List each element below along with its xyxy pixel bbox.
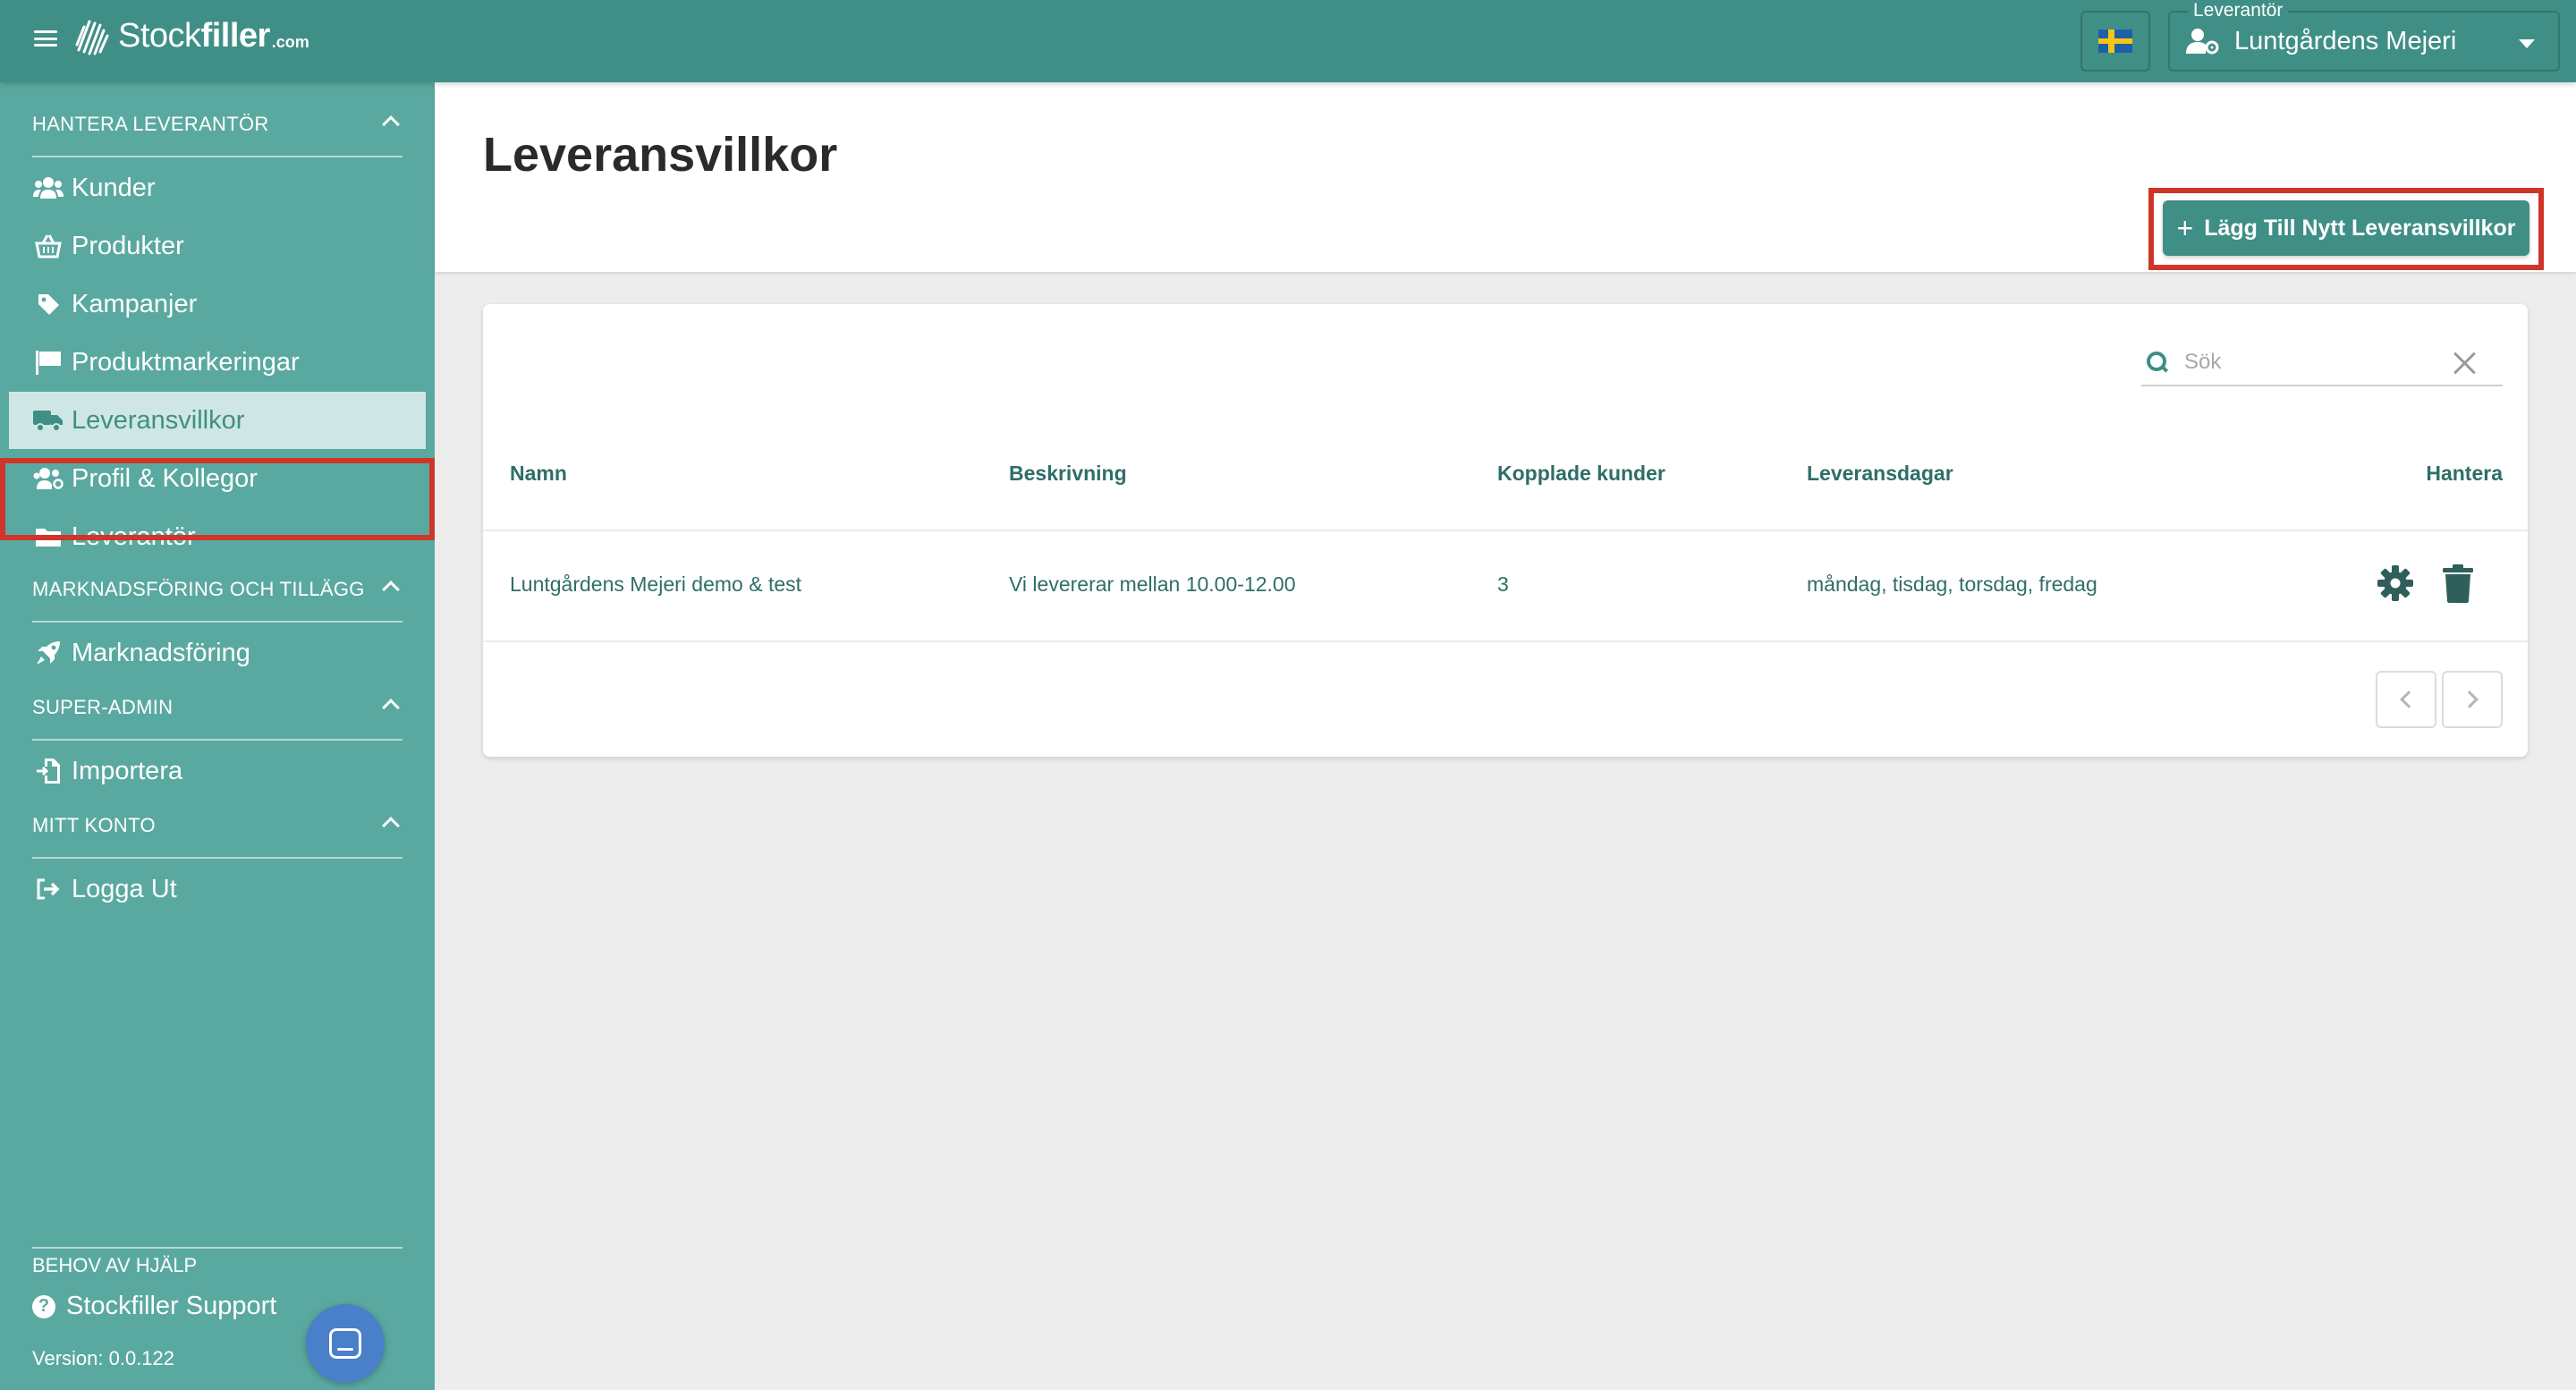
sidebar-item-produktmarkeringar[interactable]: Produktmarkeringar: [9, 334, 426, 391]
menu-icon[interactable]: [34, 27, 57, 50]
top-bar: Stockfiller .com Leverantör Luntgårdens …: [0, 0, 2576, 82]
sidebar-item-label: Produkter: [72, 231, 184, 260]
sidebar-item-label: Kunder: [72, 173, 156, 202]
sidebar-item-label: Marknadsföring: [72, 638, 250, 667]
chevron-down-icon: [2519, 39, 2535, 48]
support-link[interactable]: ? Stockfiller Support: [32, 1292, 276, 1321]
sidebar-item-label: Kampanjer: [72, 289, 198, 318]
search-input[interactable]: [2184, 350, 2435, 375]
import-icon: [32, 758, 64, 784]
divider: [483, 530, 2528, 531]
next-page-button[interactable]: [2442, 671, 2503, 728]
swedish-flag-icon: [2098, 30, 2132, 53]
language-button[interactable]: [2080, 11, 2150, 72]
brand-suffix: .com: [271, 32, 309, 51]
supplier-select-label: Leverantör: [2188, 0, 2289, 21]
truck-icon: [32, 407, 64, 434]
chevron-up-icon: [382, 817, 400, 835]
cell-linked-customers: 3: [1497, 572, 1509, 596]
sidebar-item-kampanjer[interactable]: Kampanjer: [9, 275, 426, 333]
delivery-terms-card: Namn Beskrivning Kopplade kunder Leveran…: [483, 304, 2528, 757]
column-header-leveransdagar[interactable]: Leveransdagar: [1807, 462, 1953, 486]
page-header: Leveransvillkor + Lägg Till Nytt Leveran…: [435, 82, 2576, 272]
chevron-up-icon: [382, 699, 400, 716]
section-header-mitt-konto[interactable]: MITT KONTO: [32, 794, 402, 859]
version-label: Version: 0.0.122: [32, 1347, 175, 1369]
logout-icon: [32, 876, 64, 903]
sidebar-item-label: Produktmarkeringar: [72, 347, 300, 377]
users-icon: [32, 174, 64, 201]
chevron-right-icon: [2461, 691, 2479, 708]
search-icon: [2147, 352, 2168, 373]
column-header-hantera: Hantera: [2426, 462, 2503, 485]
divider: [32, 1247, 402, 1249]
cell-name: Luntgårdens Mejeri demo & test: [510, 572, 802, 596]
stockfiller-logo-icon: [75, 20, 109, 55]
plus-icon: +: [2176, 211, 2194, 244]
sidebar-item-logga-ut[interactable]: Logga Ut: [9, 860, 426, 918]
flag-icon: [32, 349, 64, 376]
section-header-marknadsforing[interactable]: MARKNADSFÖRING OCH TILLÄGG: [32, 558, 402, 623]
tag-icon: [32, 291, 64, 318]
divider: [483, 640, 2528, 642]
add-button-label: Lägg Till Nytt Leveransvillkor: [2204, 215, 2516, 241]
column-header-kopplade-kunder[interactable]: Kopplade kunder: [1497, 462, 1665, 486]
section-header-hantera-leverantor[interactable]: HANTERA LEVERANTÖR: [32, 93, 402, 157]
chat-launcher-button[interactable]: [306, 1304, 385, 1383]
sidebar-item-label: Importera: [72, 756, 183, 785]
chevron-up-icon: [382, 581, 400, 598]
column-header-beskrivning[interactable]: Beskrivning: [1009, 462, 1127, 486]
sidebar-item-produkter[interactable]: Produkter: [9, 217, 426, 275]
help-section-title: BEHOV AV HJÄLP: [32, 1254, 198, 1276]
add-delivery-terms-button[interactable]: + Lägg Till Nytt Leveransvillkor: [2163, 200, 2529, 256]
question-icon: ?: [32, 1294, 55, 1318]
logo[interactable]: Stockfiller .com: [73, 14, 309, 57]
chevron-left-icon: [2400, 691, 2418, 708]
support-label: Stockfiller Support: [66, 1292, 277, 1320]
highlight-box: [0, 458, 435, 540]
sidebar-item-label: Logga Ut: [72, 874, 177, 903]
sidebar-item-marknadsforing[interactable]: Marknadsföring: [9, 624, 426, 682]
cell-delivery-days: måndag, tisdag, torsdag, fredag: [1807, 572, 2097, 596]
previous-page-button[interactable]: [2376, 671, 2436, 728]
sidebar: HANTERA LEVERANTÖR Kunder Produkter Kamp…: [0, 82, 435, 1390]
supplier-select[interactable]: Leverantör Luntgårdens Mejeri: [2168, 0, 2560, 72]
chevron-up-icon: [382, 115, 400, 133]
cell-description: Vi levererar mellan 10.00-12.00: [1009, 572, 1296, 596]
chat-icon: [329, 1328, 361, 1359]
sidebar-item-label: Leveransvillkor: [72, 405, 245, 435]
gear-icon[interactable]: [2376, 564, 2415, 603]
brand-name: Stockfiller: [118, 16, 270, 55]
supplier-name: Luntgårdens Mejeri: [2234, 26, 2457, 55]
basket-icon: [32, 233, 64, 259]
sidebar-item-importera[interactable]: Importera: [9, 742, 426, 800]
section-header-super-admin[interactable]: SUPER-ADMIN: [32, 676, 402, 741]
close-icon[interactable]: [2453, 351, 2478, 376]
user-gear-icon: [2186, 29, 2219, 55]
sidebar-item-leveransvillkor[interactable]: Leveransvillkor: [9, 392, 426, 449]
sidebar-item-kunder[interactable]: Kunder: [9, 159, 426, 216]
search-field: [2141, 340, 2503, 386]
column-header-namn[interactable]: Namn: [510, 462, 567, 486]
trash-icon[interactable]: [2442, 564, 2474, 603]
rocket-icon: [32, 640, 64, 666]
page-title: Leveransvillkor: [483, 128, 838, 182]
